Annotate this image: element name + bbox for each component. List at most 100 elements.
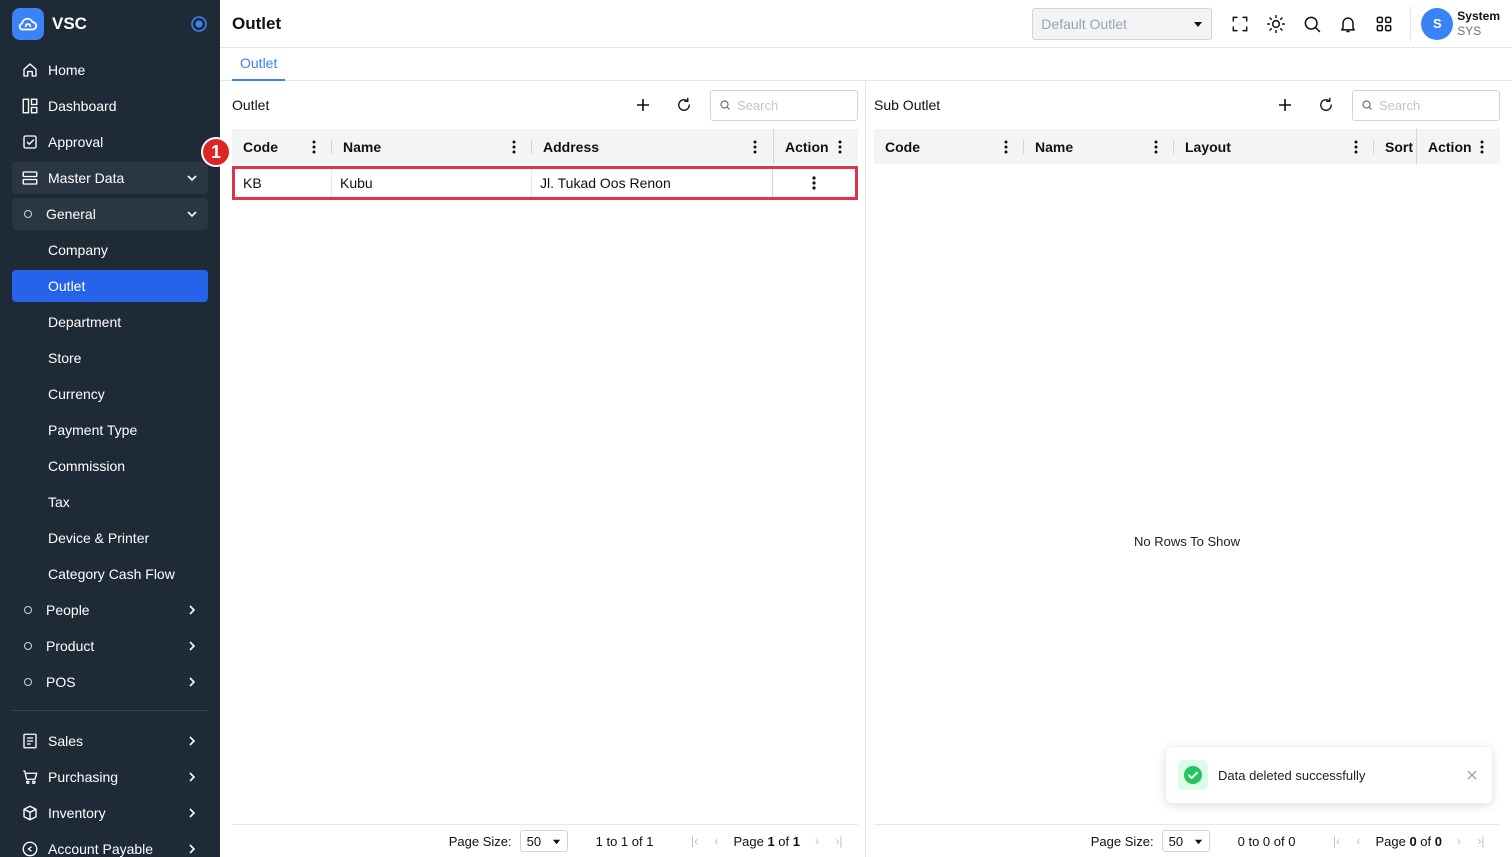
- sidebar-item-category-cash-flow[interactable]: Category Cash Flow: [12, 558, 208, 590]
- column-header-layout[interactable]: Layout: [1174, 129, 1374, 164]
- row-action-menu-button[interactable]: [773, 169, 855, 197]
- sidebar-item-company[interactable]: Company: [12, 234, 208, 266]
- sidebar-item-currency[interactable]: Currency: [12, 378, 208, 410]
- sidebar-item-purchasing[interactable]: Purchasing: [12, 761, 208, 793]
- page-size-select[interactable]: 50: [1161, 830, 1210, 852]
- notifications-button[interactable]: [1330, 6, 1366, 42]
- search-icon: [1304, 16, 1321, 32]
- next-page-icon[interactable]: ›: [1448, 830, 1470, 852]
- column-header-label: Code: [243, 138, 278, 155]
- column-menu-icon[interactable]: [833, 140, 847, 154]
- server-icon: [20, 168, 40, 188]
- prev-page-icon[interactable]: ‹: [705, 830, 727, 852]
- close-icon[interactable]: [1464, 767, 1480, 783]
- first-page-icon[interactable]: |‹: [1325, 830, 1347, 852]
- search-icon: [720, 100, 730, 110]
- apps-button[interactable]: [1366, 6, 1402, 42]
- column-menu-icon[interactable]: [1475, 140, 1489, 154]
- sidebar-item-label: General: [46, 206, 96, 222]
- sidebar-item-store[interactable]: Store: [12, 342, 208, 374]
- last-page-icon[interactable]: ›|: [828, 830, 850, 852]
- user-name: System: [1457, 8, 1500, 23]
- sidebar-item-dashboard[interactable]: Dashboard: [12, 90, 208, 122]
- sidebar-item-label: Store: [48, 350, 82, 366]
- page-size-select[interactable]: 50: [519, 830, 568, 852]
- chevron-right-icon: [184, 674, 200, 690]
- sidebar-item-people[interactable]: People: [12, 594, 208, 626]
- column-header-name[interactable]: Name: [1024, 129, 1174, 164]
- cell-name: Kubu: [332, 169, 532, 197]
- default-outlet-select[interactable]: Default Outlet: [1032, 7, 1213, 40]
- column-menu-icon[interactable]: [999, 140, 1013, 154]
- sidebar-item-general[interactable]: General: [12, 198, 208, 230]
- page-of: of: [778, 833, 790, 849]
- row-range: 0 to 0 of 0: [1237, 833, 1296, 849]
- column-menu-icon[interactable]: [1149, 140, 1163, 154]
- plus-icon: [1279, 99, 1291, 111]
- column-header-label: Name: [1035, 138, 1074, 155]
- user-code: SYS: [1457, 23, 1482, 38]
- user-menu[interactable]: S System SYS: [1410, 5, 1500, 42]
- outlet-search[interactable]: [710, 89, 858, 121]
- column-header-label: Name: [343, 138, 382, 155]
- column-menu-icon[interactable]: [307, 140, 321, 154]
- sub-outlet-panel-title: Sub Outlet: [874, 97, 941, 113]
- sidebar-item-master-data[interactable]: Master Data: [12, 162, 208, 194]
- first-page-icon[interactable]: |‹: [683, 830, 705, 852]
- prev-page-icon[interactable]: ‹: [1347, 830, 1369, 852]
- column-menu-icon[interactable]: [1349, 140, 1363, 154]
- sidebar-item-label: Device & Printer: [48, 530, 150, 546]
- avatar: S: [1421, 7, 1454, 40]
- fullscreen-button[interactable]: [1222, 6, 1258, 42]
- sidebar-item-department[interactable]: Department: [12, 306, 208, 338]
- sidebar-item-tax[interactable]: Tax: [12, 486, 208, 518]
- outlet-search-input[interactable]: [737, 97, 847, 113]
- sidebar-item-sales[interactable]: Sales: [12, 725, 208, 757]
- theme-toggle-button[interactable]: [1258, 6, 1294, 42]
- default-outlet-select-placeholder: Default Outlet: [1041, 15, 1127, 32]
- chevron-down-icon: [184, 170, 200, 186]
- column-header-code[interactable]: Code: [874, 129, 1024, 164]
- sidebar-collapse-toggle-icon[interactable]: [190, 15, 208, 33]
- total-pages: 1: [792, 833, 800, 849]
- outlet-panel-title: Outlet: [232, 97, 270, 113]
- next-page-icon[interactable]: ›: [806, 830, 828, 852]
- refresh-sub-outlet-button[interactable]: [1307, 89, 1345, 121]
- page-prefix: Page: [733, 833, 764, 849]
- sidebar-item-pos[interactable]: POS: [12, 666, 208, 698]
- sidebar-item-account-payable[interactable]: Account Payable: [12, 833, 208, 857]
- column-header-address[interactable]: Address: [532, 129, 773, 164]
- global-search-button[interactable]: [1294, 6, 1330, 42]
- refresh-icon: [1320, 97, 1332, 111]
- add-outlet-button[interactable]: [624, 89, 662, 121]
- last-page-icon[interactable]: ›|: [1470, 830, 1492, 852]
- sub-outlet-search[interactable]: [1352, 89, 1500, 121]
- cell-address: Jl. Tukad Oos Renon: [532, 169, 773, 197]
- circle-bullet-icon: [24, 210, 32, 218]
- column-header-action[interactable]: Action: [1416, 129, 1500, 164]
- sidebar-item-product[interactable]: Product: [12, 630, 208, 662]
- refresh-outlet-button[interactable]: [665, 89, 703, 121]
- tab-outlet[interactable]: Outlet: [232, 48, 286, 81]
- box-icon: [20, 803, 40, 823]
- table-row[interactable]: KB Kubu Jl. Tukad Oos Renon: [232, 166, 858, 200]
- sidebar-item-outlet[interactable]: Outlet: [12, 270, 208, 302]
- column-header-code[interactable]: Code: [232, 129, 332, 164]
- column-header-action[interactable]: Action: [773, 129, 858, 164]
- sidebar-item-label: Master Data: [48, 170, 125, 186]
- sub-outlet-search-input[interactable]: [1379, 97, 1489, 113]
- sidebar-item-payment-type[interactable]: Payment Type: [12, 414, 208, 446]
- column-menu-icon[interactable]: [748, 140, 762, 154]
- add-sub-outlet-button[interactable]: [1266, 89, 1304, 121]
- column-header-sort[interactable]: Sort: [1374, 129, 1416, 164]
- column-menu-icon[interactable]: [507, 140, 521, 154]
- sidebar-item-commission[interactable]: Commission: [12, 450, 208, 482]
- sidebar-item-home[interactable]: Home: [12, 54, 208, 86]
- sidebar-item-approval[interactable]: Approval: [12, 126, 208, 158]
- sidebar-item-inventory[interactable]: Inventory: [12, 797, 208, 829]
- column-header-name[interactable]: Name: [332, 129, 532, 164]
- sidebar-item-device-printer[interactable]: Device & Printer: [12, 522, 208, 554]
- panel-splitter[interactable]: [865, 81, 866, 857]
- apps-grid-icon: [1376, 16, 1392, 31]
- chevron-right-icon: [184, 638, 200, 654]
